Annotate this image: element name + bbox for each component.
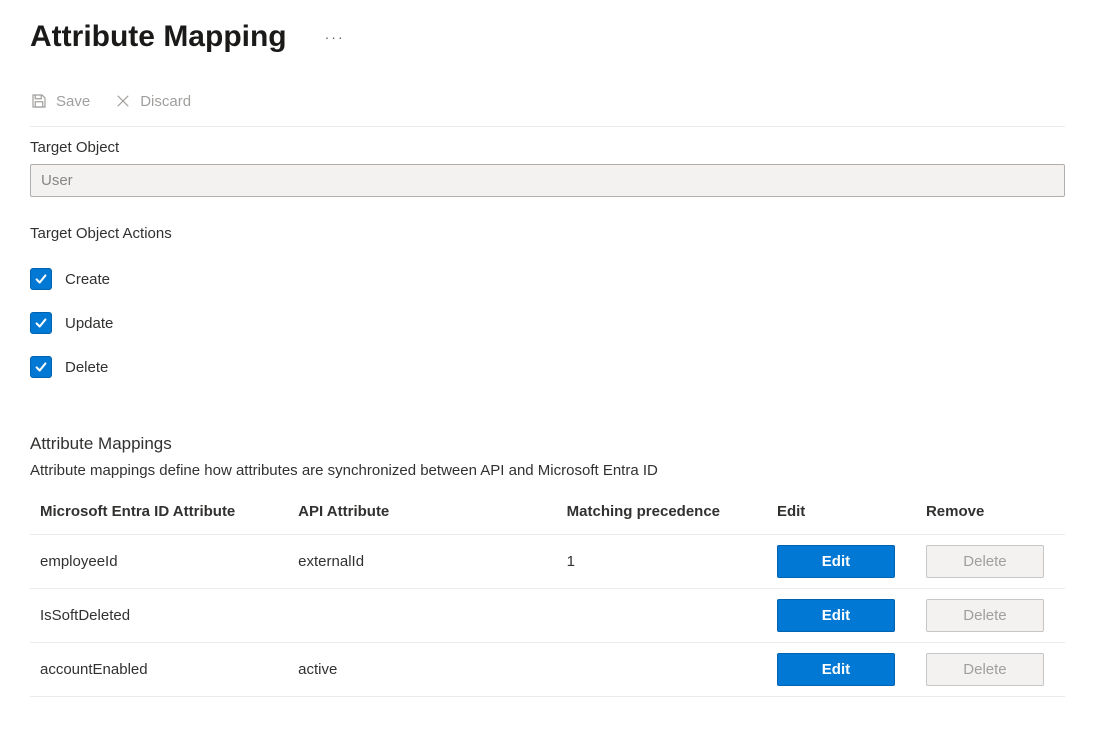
edit-button[interactable]: Edit <box>777 653 895 686</box>
page-header: Attribute Mapping ··· <box>30 20 1065 54</box>
save-icon <box>30 92 48 110</box>
delete-button[interactable]: Delete <box>926 653 1044 686</box>
update-checkbox-label: Update <box>65 315 113 332</box>
table-row: IsSoftDeleted Edit Delete <box>30 589 1065 643</box>
column-header-entra[interactable]: Microsoft Entra ID Attribute <box>30 493 288 535</box>
check-icon <box>34 316 48 330</box>
cell-entra-attribute: employeeId <box>30 535 288 589</box>
edit-button[interactable]: Edit <box>777 599 895 632</box>
cell-api-attribute: active <box>288 643 556 697</box>
column-header-api[interactable]: API Attribute <box>288 493 556 535</box>
target-actions-section: Target Object Actions Create Update Dele… <box>30 225 1065 378</box>
column-header-match[interactable]: Matching precedence <box>557 493 767 535</box>
save-button[interactable]: Save <box>30 90 90 112</box>
target-actions-label: Target Object Actions <box>30 225 1065 242</box>
target-object-section: Target Object <box>30 139 1065 197</box>
discard-button-label: Discard <box>140 93 191 110</box>
checkbox-row-create: Create <box>30 268 1065 290</box>
table-header-row: Microsoft Entra ID Attribute API Attribu… <box>30 493 1065 535</box>
save-button-label: Save <box>56 93 90 110</box>
delete-checkbox[interactable] <box>30 356 52 378</box>
page-title: Attribute Mapping <box>30 20 287 54</box>
edit-button[interactable]: Edit <box>777 545 895 578</box>
update-checkbox[interactable] <box>30 312 52 334</box>
cell-matching-precedence: 1 <box>557 535 767 589</box>
cell-matching-precedence <box>557 643 767 697</box>
close-icon <box>114 92 132 110</box>
cell-api-attribute: externalId <box>288 535 556 589</box>
attribute-mappings-heading: Attribute Mappings <box>30 434 1065 454</box>
create-checkbox-label: Create <box>65 271 110 288</box>
table-row: accountEnabled active Edit Delete <box>30 643 1065 697</box>
more-actions-icon[interactable]: ··· <box>321 25 349 49</box>
cell-api-attribute <box>288 589 556 643</box>
column-header-edit[interactable]: Edit <box>767 493 916 535</box>
cell-matching-precedence <box>557 589 767 643</box>
check-icon <box>34 360 48 374</box>
toolbar: Save Discard <box>30 90 1065 126</box>
check-icon <box>34 272 48 286</box>
attribute-mappings-table: Microsoft Entra ID Attribute API Attribu… <box>30 493 1065 697</box>
checkbox-row-update: Update <box>30 312 1065 334</box>
target-object-label: Target Object <box>30 139 1065 156</box>
delete-button[interactable]: Delete <box>926 545 1044 578</box>
delete-button[interactable]: Delete <box>926 599 1044 632</box>
cell-entra-attribute: IsSoftDeleted <box>30 589 288 643</box>
table-row: employeeId externalId 1 Edit Delete <box>30 535 1065 589</box>
cell-entra-attribute: accountEnabled <box>30 643 288 697</box>
checkbox-row-delete: Delete <box>30 356 1065 378</box>
column-header-remove[interactable]: Remove <box>916 493 1065 535</box>
discard-button[interactable]: Discard <box>114 90 191 112</box>
create-checkbox[interactable] <box>30 268 52 290</box>
target-object-input[interactable] <box>30 164 1065 197</box>
toolbar-divider <box>30 126 1065 127</box>
attribute-mappings-description: Attribute mappings define how attributes… <box>30 462 1065 479</box>
delete-checkbox-label: Delete <box>65 359 108 376</box>
